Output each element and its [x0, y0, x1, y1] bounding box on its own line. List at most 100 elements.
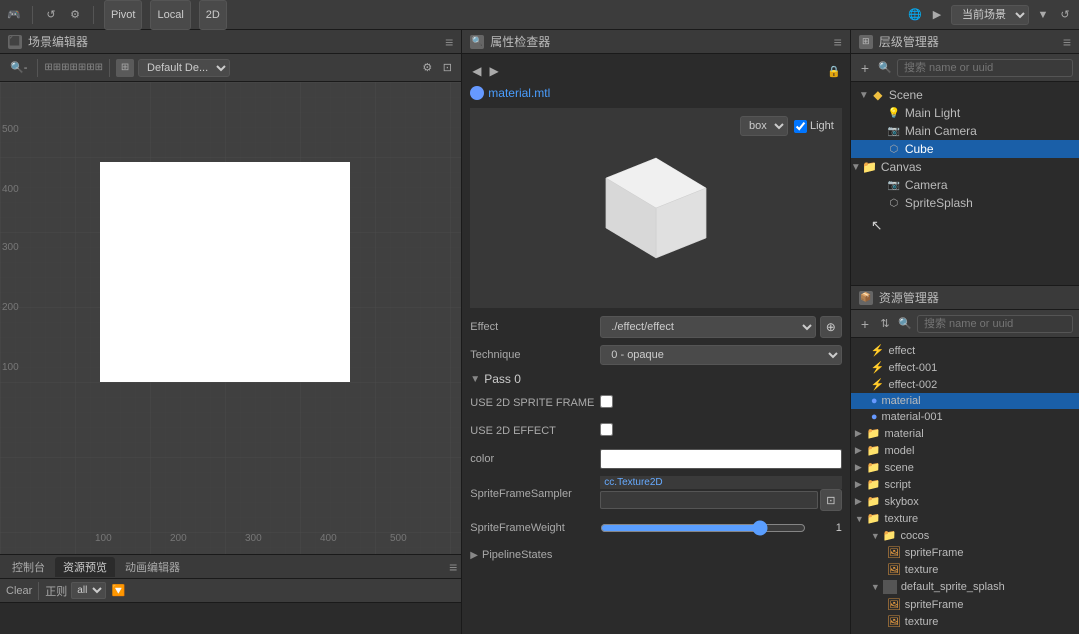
weight-slider[interactable]	[600, 520, 806, 536]
tab-animation[interactable]: 动画编辑器	[117, 557, 188, 577]
grid-label-400: 400	[2, 184, 19, 195]
tab-assets[interactable]: 资源预览	[55, 557, 115, 577]
assets-panel: 📦 资源管理器 + ⇅ 🔍 ⚡ effect ⚡ effect-001	[851, 286, 1079, 634]
settings-icon[interactable]: ⚙	[67, 7, 83, 23]
tree-item-scene[interactable]: ▼ ◆ Scene	[851, 86, 1079, 104]
tree-item-maincamera[interactable]: 📷 Main Camera	[851, 122, 1079, 140]
asset-scene-folder[interactable]: ▶ 📁 scene	[851, 459, 1079, 476]
skybox-folder-arrow: ▶	[855, 496, 867, 507]
asset-effect-002[interactable]: ⚡ effect-002	[851, 376, 1079, 393]
bottom-menu-icon[interactable]: ≡	[449, 559, 457, 575]
maincamera-label: Main Camera	[905, 124, 977, 138]
hierarchy-icon: ⊞	[859, 35, 873, 49]
effect-value: ./effect/effect ⊕	[600, 316, 842, 338]
asset-model-folder[interactable]: ▶ 📁 model	[851, 442, 1079, 459]
sprite-sampler-value: cc.Texture2D cc_Texture2D ⊡	[600, 476, 842, 511]
settings2-icon[interactable]: ⚙	[419, 60, 435, 76]
texture-input[interactable]: cc_Texture2D	[600, 491, 818, 509]
preview-3d[interactable]: box Light	[470, 108, 842, 308]
sprite-sampler-label: SpriteFrameSampler	[470, 488, 600, 500]
texture-browse-btn[interactable]: ⊡	[820, 489, 842, 511]
pivot-button[interactable]: Pivot	[104, 0, 142, 30]
effect-item-label: effect	[889, 345, 916, 357]
default-de-dropdown[interactable]: Default De...	[138, 59, 230, 77]
texture-item-label: texture	[905, 564, 939, 576]
grid-label-x200: 200	[170, 533, 187, 544]
tree-item-mainlight[interactable]: 💡 Main Light	[851, 104, 1079, 122]
asset-cocos-folder[interactable]: ▼ 📁 cocos	[851, 527, 1079, 544]
tree-item-spritesplash[interactable]: ⬡ SpriteSplash	[851, 194, 1079, 212]
technique-label: Technique	[470, 349, 600, 361]
effect-002-icon: ⚡	[871, 378, 885, 391]
reload-icon[interactable]: ↺	[1057, 7, 1073, 23]
filter-icon[interactable]: 🔽	[110, 583, 126, 599]
asset-script-folder[interactable]: ▶ 📁 script	[851, 476, 1079, 493]
asset-effect-001[interactable]: ⚡ effect-001	[851, 359, 1079, 376]
asset-texture-folder[interactable]: ▼ 📁 texture	[851, 510, 1079, 527]
skybox-folder-icon: 📁	[867, 495, 881, 508]
grid-icon[interactable]: ⊞	[116, 59, 134, 77]
pass0-header[interactable]: ▼ Pass 0	[470, 372, 842, 386]
inspector-menu-icon[interactable]: ≡	[834, 34, 842, 50]
cocos-folder-icon: 📁	[883, 529, 897, 542]
scene-dropdown[interactable]: 当前场景	[951, 5, 1029, 25]
effect-edit-btn[interactable]: ⊕	[820, 316, 842, 338]
splash-thumb-icon	[883, 580, 897, 594]
asset-spriteframe2[interactable]: 🖼 spriteFrame	[851, 596, 1079, 613]
cube-arrow	[875, 144, 887, 155]
asset-material-001[interactable]: ● material-001	[851, 409, 1079, 425]
hierarchy-search-input[interactable]	[897, 59, 1073, 77]
assets-add-btn[interactable]: +	[857, 315, 873, 333]
asset-default-sprite-splash[interactable]: ▼ default_sprite_splash	[851, 578, 1079, 596]
use2d-sprite-checkbox[interactable]	[600, 395, 613, 408]
nav-forward-btn[interactable]: ▶	[488, 62, 501, 80]
scene-canvas[interactable]: 500 400 300 200 100 100 200 300 400 500	[0, 82, 461, 554]
use2d-sprite-row: USE 2D SPRITE FRAME	[470, 392, 842, 414]
effect-file-icon: ⚡	[871, 344, 885, 357]
asset-texture-item2[interactable]: 🖼 texture	[851, 613, 1079, 630]
play-icon[interactable]: ▶	[929, 7, 945, 23]
globe-icon[interactable]: 🌐	[907, 7, 923, 23]
material-folder-arrow: ▶	[855, 428, 867, 439]
hierarchy-menu-icon[interactable]: ≡	[1063, 34, 1071, 50]
light-checkbox[interactable]	[794, 120, 807, 133]
asset-spriteframe[interactable]: 🖼 spriteFrame	[851, 544, 1079, 561]
pipeline-section[interactable]: ▶ PipelineStates	[470, 545, 842, 565]
panel-menu-icon[interactable]: ≡	[445, 34, 453, 50]
technique-dropdown[interactable]: 0 - opaque	[600, 345, 842, 365]
technique-value: 0 - opaque	[600, 345, 842, 365]
refresh-icon[interactable]: ↺	[43, 7, 59, 23]
asset-effect[interactable]: ⚡ effect	[851, 342, 1079, 359]
assets-sort-icon[interactable]: ⇅	[877, 316, 893, 332]
hierarchy-add-btn[interactable]: +	[857, 59, 873, 77]
asset-texture-item[interactable]: 🖼 texture	[851, 561, 1079, 578]
grid-label-500: 500	[2, 124, 19, 135]
asset-material-folder[interactable]: ▶ 📁 material	[851, 425, 1079, 442]
zoom-out-btn[interactable]: 🔍-	[6, 59, 31, 76]
tab-console[interactable]: 控制台	[4, 557, 53, 577]
fullscreen-icon[interactable]: ⊡	[439, 60, 455, 76]
nav-back-btn[interactable]: ◀	[470, 62, 483, 80]
tree-item-camera[interactable]: 📷 Camera	[851, 176, 1079, 194]
asset-skybox-folder[interactable]: ▶ 📁 skybox	[851, 493, 1079, 510]
spriteframe-label: spriteFrame	[905, 547, 964, 559]
shape-dropdown[interactable]: box	[740, 116, 788, 136]
filter-dropdown[interactable]: all	[71, 582, 106, 599]
tree-item-canvas[interactable]: ▼ 📁 Canvas	[851, 158, 1079, 176]
zhengze-button[interactable]: 正则	[45, 583, 67, 599]
tree-item-cube[interactable]: ⬡ Cube	[851, 140, 1079, 158]
mainlight-label: Main Light	[905, 106, 960, 120]
expand-icon[interactable]: ▼	[1035, 7, 1051, 23]
use2d-effect-checkbox[interactable]	[600, 423, 613, 436]
lock-icon[interactable]: 🔒	[826, 63, 842, 79]
scene-editor-icon: ⬛	[8, 35, 22, 49]
asset-material[interactable]: ● material	[851, 393, 1079, 409]
clear-button[interactable]: Clear	[6, 585, 32, 597]
top-toolbar: 🎮 ↺ ⚙ Pivot Local 2D 🌐 ▶ 当前场景 ▼ ↺	[0, 0, 1079, 30]
twod-button[interactable]: 2D	[199, 0, 227, 30]
assets-search-input[interactable]	[917, 315, 1073, 333]
color-picker[interactable]	[600, 449, 842, 469]
light-label: Light	[810, 120, 834, 132]
local-button[interactable]: Local	[150, 0, 190, 30]
effect-dropdown[interactable]: ./effect/effect	[600, 316, 816, 338]
